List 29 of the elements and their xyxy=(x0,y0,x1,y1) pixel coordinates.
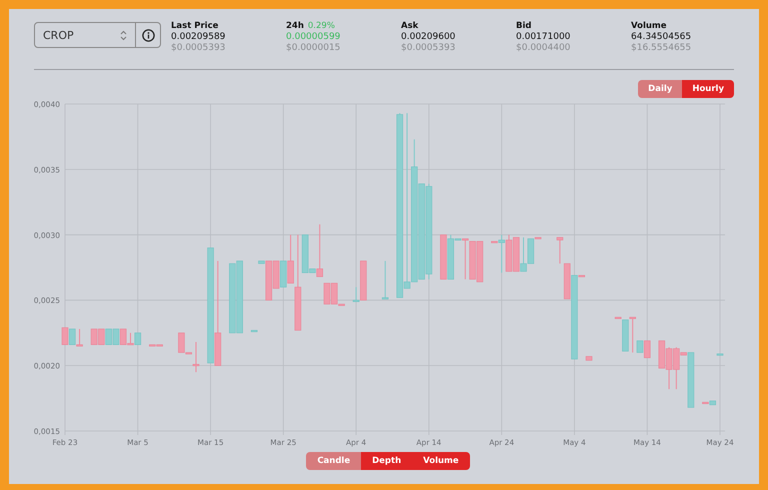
usd-value: $0.0004400 xyxy=(516,43,572,53)
usd-value: $0.0000015 xyxy=(286,43,342,53)
stat-value: 0.00209589 xyxy=(171,32,226,42)
change-percent: 0.29% xyxy=(308,21,335,31)
candle xyxy=(250,330,258,332)
info-button[interactable] xyxy=(136,22,161,48)
info-icon xyxy=(142,28,154,42)
candle xyxy=(716,354,724,356)
chart-type-toggle[interactable]: Candle xyxy=(306,452,362,470)
candle xyxy=(586,356,592,361)
stat-value: 0.00171000 xyxy=(516,32,572,42)
chart-type-toggle[interactable]: Volume xyxy=(412,452,470,470)
stat-label: 24h xyxy=(286,21,304,31)
usd-value: $0.0005393 xyxy=(401,43,456,53)
stat-value: 0.00000599 xyxy=(286,32,342,42)
candle xyxy=(382,260,389,300)
usd-value: $16.5554655 xyxy=(631,43,692,53)
stat-value: 64.34504565 xyxy=(631,32,692,42)
stat-label: Last Price xyxy=(171,21,218,31)
usd-value: $0.0005393 xyxy=(171,43,226,53)
stat-label: Bid xyxy=(516,21,532,31)
chevron-updown-icon xyxy=(120,30,127,40)
stat-value: 0.00209600 xyxy=(401,32,456,42)
interval-toggle[interactable]: Hourly xyxy=(682,80,734,98)
stat-label: Ask xyxy=(401,21,418,31)
interval-toggle[interactable]: Daily xyxy=(638,80,682,98)
pair-select[interactable]: CROP xyxy=(34,22,136,48)
stat-label: Volume xyxy=(631,21,667,31)
chart-type-toggle[interactable]: Depth xyxy=(361,452,412,470)
